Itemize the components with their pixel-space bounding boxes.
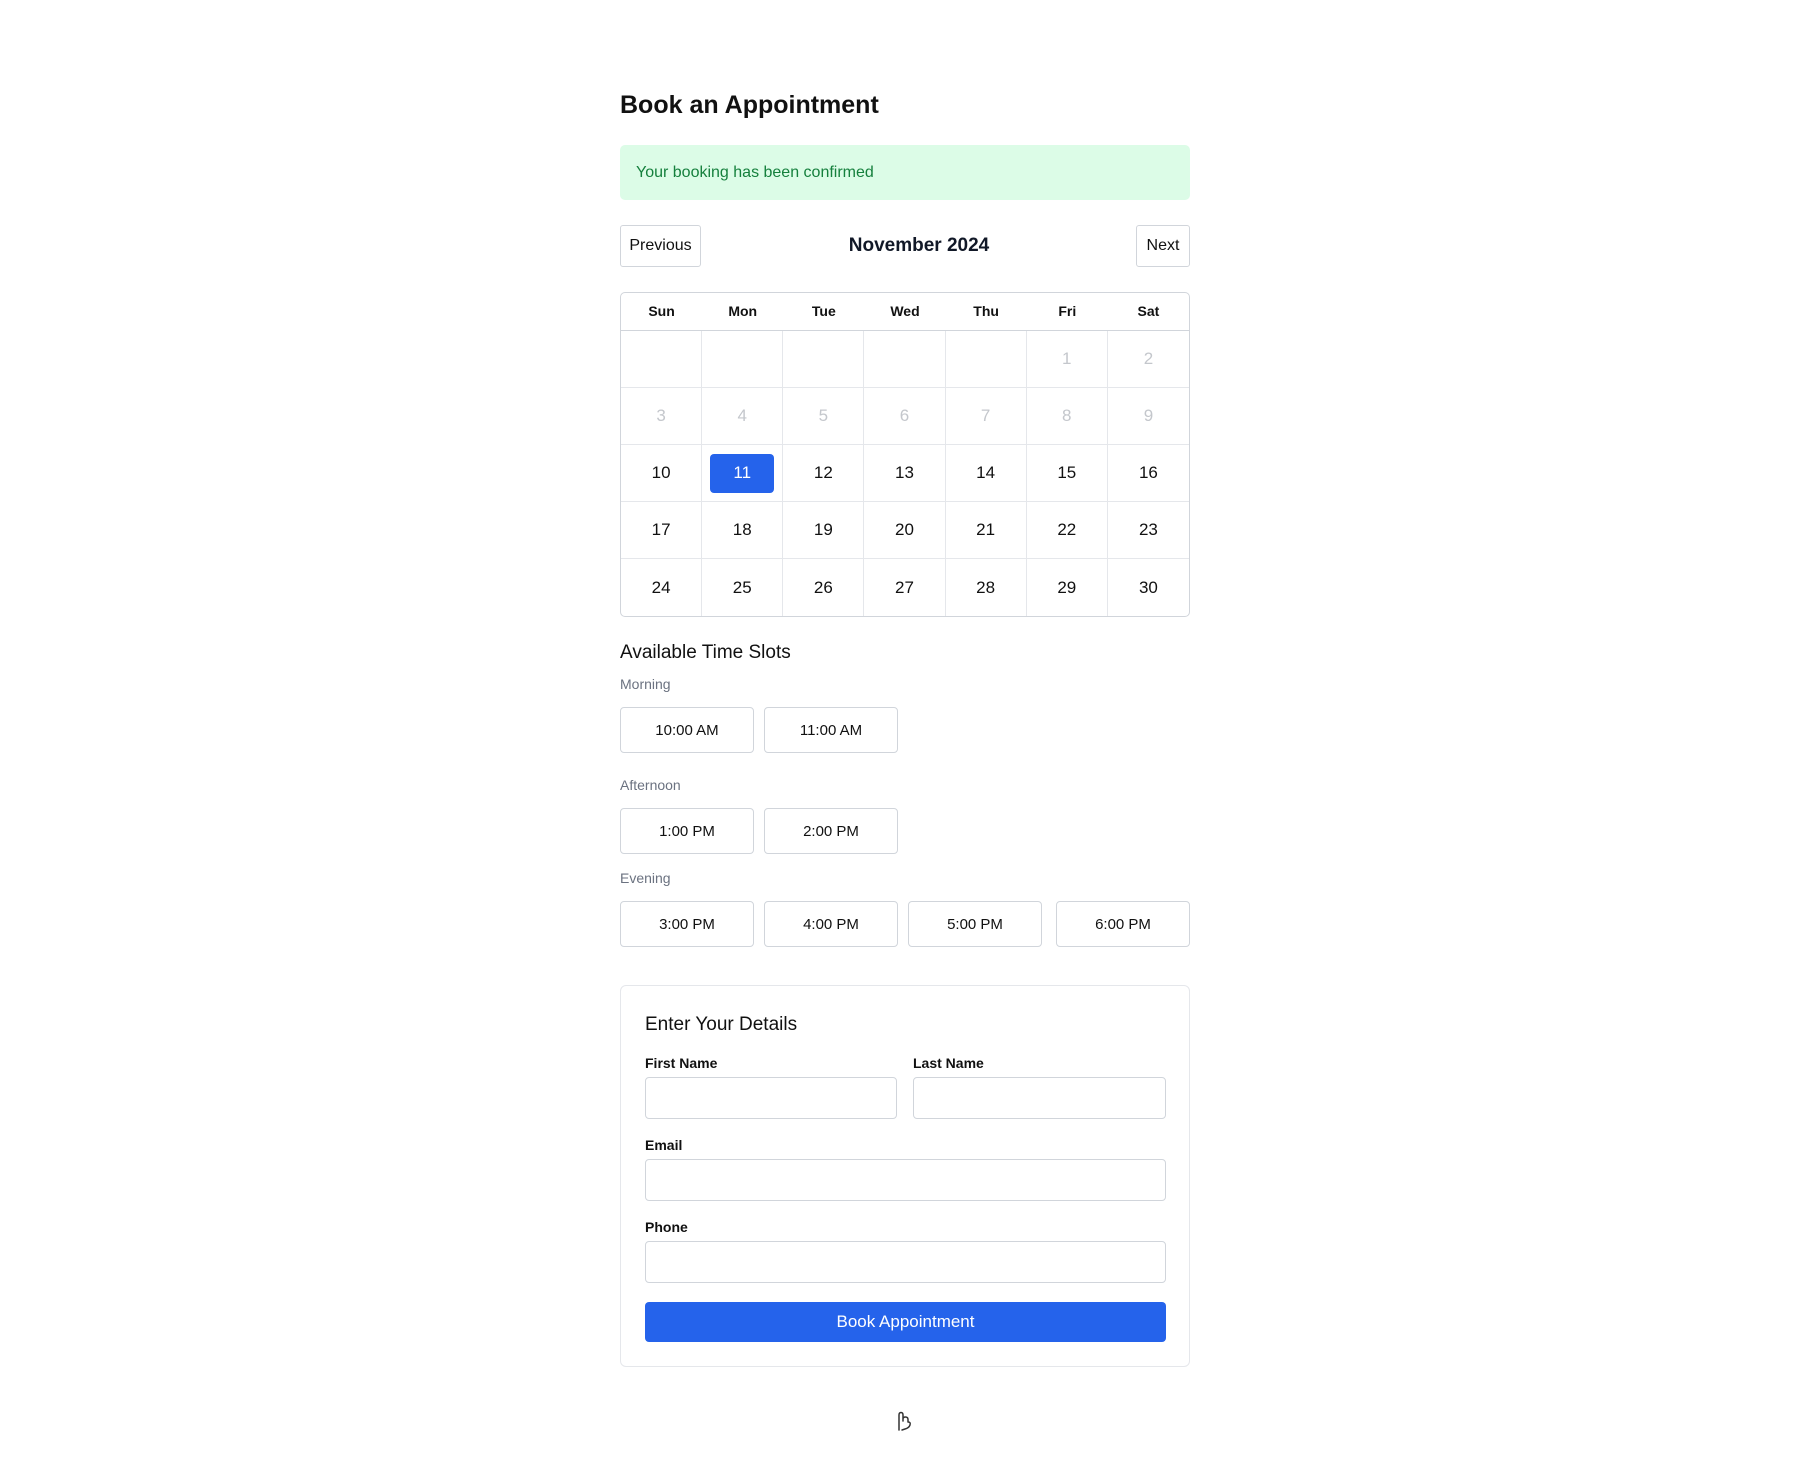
calendar-day-16[interactable]: 16 — [1107, 445, 1189, 502]
page-title: Book an Appointment — [620, 91, 879, 119]
selected-day[interactable]: 11 — [710, 453, 775, 493]
time-slot-button[interactable]: 6:00 PM — [1056, 901, 1190, 947]
slot-group-label-morning: Morning — [620, 676, 671, 692]
calendar-weekday-header: Sun Mon Tue Wed Thu Fri Sat — [621, 293, 1189, 331]
weekday-wed: Wed — [890, 303, 920, 319]
calendar-day-30[interactable]: 30 — [1108, 559, 1189, 616]
calendar-day-15[interactable]: 15 — [1026, 445, 1108, 502]
first-name-label: First Name — [645, 1055, 718, 1071]
book-appointment-button[interactable]: Book Appointment — [645, 1302, 1166, 1342]
calendar-day-8: 8 — [1026, 388, 1108, 445]
calendar-day-13[interactable]: 13 — [864, 445, 946, 502]
slot-group-label-afternoon: Afternoon — [620, 777, 681, 793]
calendar-empty-cell — [702, 331, 784, 388]
calendar-day-17[interactable]: 17 — [621, 502, 703, 559]
slot-group-label-evening: Evening — [620, 870, 671, 886]
time-slot-button[interactable]: 3:00 PM — [620, 901, 754, 947]
details-form: Enter Your Details First Name Last Name … — [620, 985, 1190, 1367]
time-slot-button[interactable]: 1:00 PM — [620, 808, 754, 854]
calendar-day-7: 7 — [945, 388, 1027, 445]
calendar-day-23[interactable]: 23 — [1107, 502, 1189, 559]
calendar-day-29[interactable]: 29 — [1027, 559, 1108, 616]
calendar-day-2: 2 — [1107, 331, 1189, 388]
weekday-sat: Sat — [1137, 303, 1160, 319]
hand-pointer-icon — [898, 1411, 911, 1431]
time-slots-title: Available Time Slots — [620, 642, 791, 663]
calendar-day-3: 3 — [621, 388, 703, 445]
month-label: November 2024 — [848, 235, 990, 256]
calendar-grid: 1 2 3 4 5 6 7 8 9 10 11 12 13 14 15 16 17 18 19 20 21 22 23 24 2… — [621, 331, 1189, 616]
calendar-day-5: 5 — [783, 388, 865, 445]
previous-month-button[interactable]: Previous — [620, 225, 701, 267]
weekday-fri: Fri — [1058, 303, 1077, 319]
weekday-tue: Tue — [811, 303, 836, 319]
next-month-button[interactable]: Next — [1136, 225, 1190, 267]
calendar-day-10[interactable]: 10 — [621, 445, 703, 502]
calendar-day-27[interactable]: 27 — [864, 559, 946, 616]
phone-label: Phone — [645, 1219, 688, 1235]
time-slot-button[interactable]: 10:00 AM — [620, 707, 754, 753]
time-slot-button[interactable]: 11:00 AM — [764, 707, 898, 753]
time-slot-button[interactable]: 5:00 PM — [908, 901, 1042, 947]
time-slot-button[interactable]: 2:00 PM — [764, 808, 898, 854]
calendar-empty-cell — [783, 331, 865, 388]
email-field[interactable] — [645, 1159, 1166, 1201]
last-name-label: Last Name — [913, 1055, 984, 1071]
calendar-day-21[interactable]: 21 — [945, 502, 1027, 559]
calendar-day-1: 1 — [1026, 331, 1108, 388]
calendar-day-9: 9 — [1107, 388, 1189, 445]
calendar-day-20[interactable]: 20 — [864, 502, 946, 559]
calendar-day-19[interactable]: 19 — [783, 502, 865, 559]
email-label: Email — [645, 1137, 683, 1153]
calendar-empty-cell — [864, 331, 946, 388]
weekday-thu: Thu — [973, 303, 999, 319]
calendar-day-4: 4 — [702, 388, 784, 445]
time-slot-button[interactable]: 4:00 PM — [764, 901, 898, 947]
details-title: Enter Your Details — [645, 1014, 798, 1035]
calendar-empty-cell — [621, 331, 703, 388]
calendar-day-14[interactable]: 14 — [945, 445, 1027, 502]
calendar-day-11[interactable]: 11 — [702, 445, 784, 502]
last-name-field[interactable] — [913, 1077, 1166, 1119]
calendar-day-25[interactable]: 25 — [702, 559, 784, 616]
weekday-sun: Sun — [648, 303, 675, 319]
calendar-empty-cell — [945, 331, 1027, 388]
calendar: Sun Mon Tue Wed Thu Fri Sat 1 2 3 4 5 6 7 8 9 10 11 12 13 1… — [620, 292, 1190, 617]
calendar-day-18[interactable]: 18 — [702, 502, 784, 559]
first-name-field[interactable] — [645, 1077, 897, 1119]
calendar-day-24[interactable]: 24 — [621, 559, 703, 616]
calendar-day-26[interactable]: 26 — [783, 559, 865, 616]
calendar-day-28[interactable]: 28 — [946, 559, 1027, 616]
calendar-day-22[interactable]: 22 — [1026, 502, 1108, 559]
weekday-mon: Mon — [728, 303, 758, 319]
confirmation-alert: Your booking has been confirmed — [620, 145, 1190, 200]
calendar-day-6: 6 — [864, 388, 946, 445]
calendar-day-12[interactable]: 12 — [783, 445, 865, 502]
phone-field[interactable] — [645, 1241, 1166, 1283]
